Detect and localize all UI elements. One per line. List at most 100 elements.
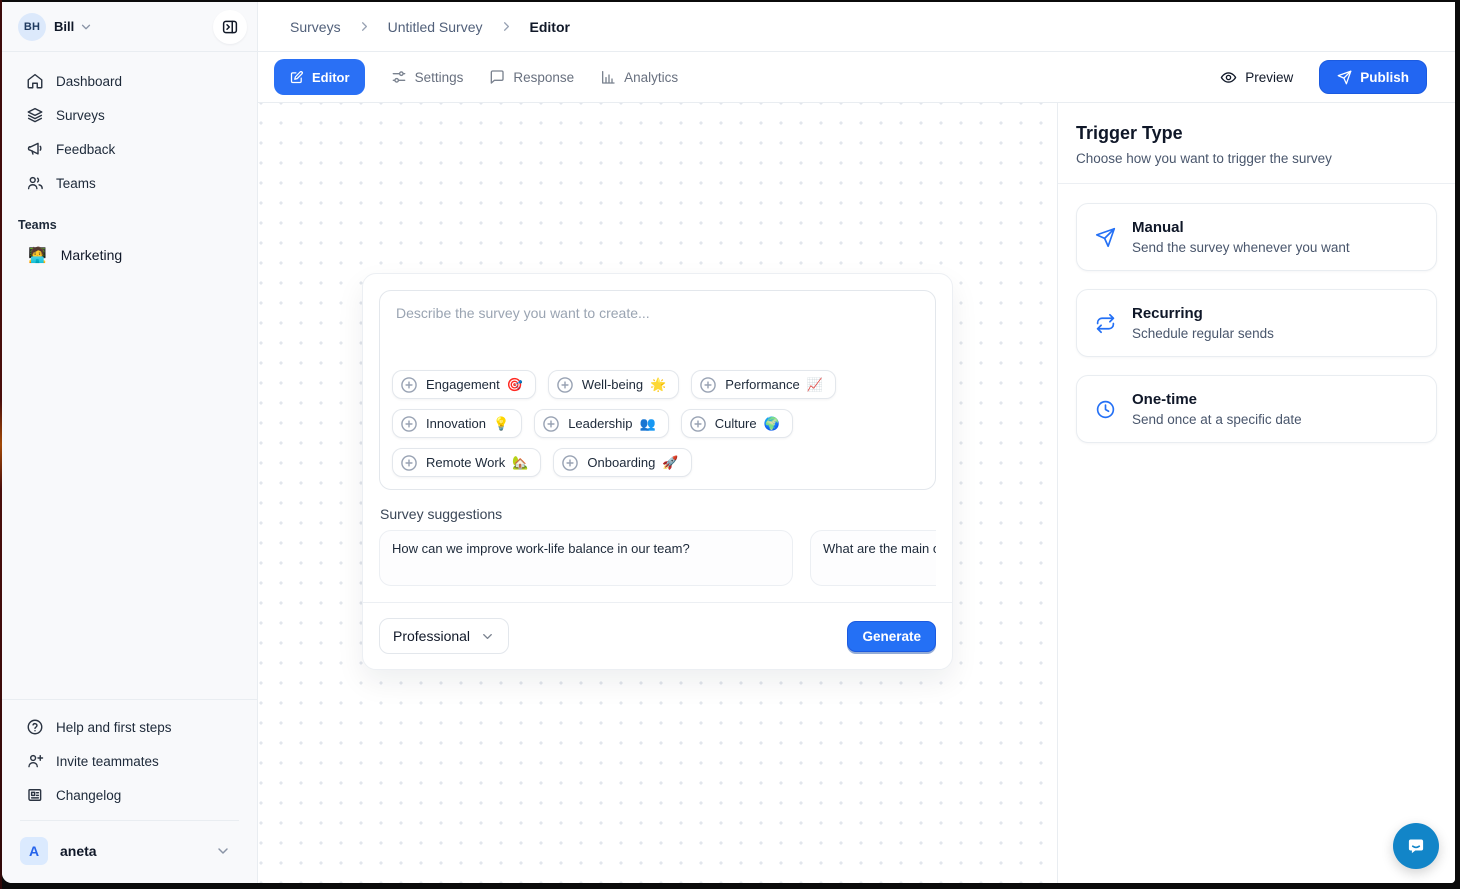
input-placeholder: Describe the survey you want to create..…: [396, 305, 919, 321]
chip-leadership[interactable]: Leadership 👥: [534, 409, 669, 438]
suggestions-heading: Survey suggestions: [380, 506, 935, 522]
trigger-option-manual[interactable]: Manual Send the survey whenever you want: [1076, 203, 1437, 271]
chip-well-being[interactable]: Well-being 🌟: [548, 370, 679, 399]
breadcrumb-survey-name[interactable]: Untitled Survey: [388, 19, 483, 35]
sidebar-item-invite[interactable]: Invite teammates: [14, 744, 245, 778]
publish-button[interactable]: Publish: [1319, 60, 1427, 94]
send-icon: [1095, 227, 1116, 248]
sidebar-nav: Dashboard Surveys Feedback Teams: [2, 52, 257, 204]
chevron-down-icon: [215, 843, 231, 859]
sidebar-item-label: Teams: [56, 176, 96, 191]
breadcrumb-surveys[interactable]: Surveys: [290, 19, 341, 35]
plus-circle-icon: [560, 453, 580, 473]
tab-analytics[interactable]: Analytics: [600, 69, 678, 85]
sidebar-item-dashboard[interactable]: Dashboard: [14, 64, 245, 98]
trigger-type-panel: Trigger Type Choose how you want to trig…: [1057, 103, 1455, 883]
chip-label: Performance: [725, 377, 799, 392]
option-title: One-time: [1132, 391, 1302, 408]
workspace-avatar[interactable]: BH: [18, 13, 46, 41]
account-name: aneta: [60, 843, 97, 859]
option-description: Send the survey whenever you want: [1132, 240, 1350, 255]
survey-composer-card: Describe the survey you want to create..…: [362, 273, 953, 670]
tab-editor[interactable]: Editor: [274, 59, 365, 95]
sidebar-item-label: Invite teammates: [56, 754, 159, 769]
help-circle-icon: [26, 718, 44, 736]
editor-canvas[interactable]: Describe the survey you want to create..…: [258, 103, 1057, 883]
plus-circle-icon: [399, 375, 419, 395]
option-title: Manual: [1132, 219, 1350, 236]
chip-culture[interactable]: Culture 🌍: [681, 409, 793, 438]
suggestion-card[interactable]: How can we improve work-life balance in …: [379, 530, 793, 586]
light-bulb-emoji-icon: 💡: [493, 416, 509, 432]
chat-bubble-icon: [1404, 834, 1428, 858]
trigger-option-recurring[interactable]: Recurring Schedule regular sends: [1076, 289, 1437, 357]
chip-label: Culture: [715, 416, 757, 431]
screen-frame-left: [0, 0, 2, 889]
workspace-name[interactable]: Bill: [54, 19, 74, 34]
tab-label: Settings: [415, 70, 464, 85]
account-switcher[interactable]: A aneta: [14, 829, 245, 877]
topic-chips: Engagement 🎯 Well-being 🌟 Performance: [392, 370, 923, 477]
sidebar-collapse-button[interactable]: [213, 10, 247, 44]
option-title: Recurring: [1132, 305, 1274, 322]
tab-settings[interactable]: Settings: [391, 69, 464, 85]
rocket-emoji-icon: 🚀: [662, 455, 678, 471]
megaphone-icon: [26, 140, 44, 158]
sidebar-item-surveys[interactable]: Surveys: [14, 98, 245, 132]
chip-engagement[interactable]: Engagement 🎯: [392, 370, 536, 399]
chevron-right-icon: [499, 19, 514, 34]
chevron-down-icon[interactable]: [79, 20, 93, 34]
preview-button[interactable]: Preview: [1220, 69, 1293, 86]
tab-label: Analytics: [624, 70, 678, 85]
chip-onboarding[interactable]: Onboarding 🚀: [553, 448, 691, 477]
composer-footer: Professional Generate: [363, 602, 952, 669]
chip-performance[interactable]: Performance 📈: [691, 370, 836, 399]
suggestion-card[interactable]: What are the main obstacles: [810, 530, 936, 586]
generate-button[interactable]: Generate: [847, 621, 936, 652]
home-icon: [26, 72, 44, 90]
chip-label: Onboarding: [587, 455, 655, 470]
sidebar-item-teams[interactable]: Teams: [14, 166, 245, 200]
eye-icon: [1220, 69, 1237, 86]
layers-icon: [26, 106, 44, 124]
chart-increasing-emoji-icon: 📈: [807, 377, 823, 393]
tone-select[interactable]: Professional: [379, 618, 509, 654]
survey-description-input[interactable]: Describe the survey you want to create..…: [379, 290, 936, 490]
sidebar-item-label: Help and first steps: [56, 720, 172, 735]
edit-icon: [289, 70, 304, 85]
trigger-option-one-time[interactable]: One-time Send once at a specific date: [1076, 375, 1437, 443]
app-window: BH Bill Dashboard Surv: [2, 2, 1455, 883]
plus-circle-icon: [555, 375, 575, 395]
sidebar-item-help[interactable]: Help and first steps: [14, 710, 245, 744]
sidebar-item-label: Feedback: [56, 142, 115, 157]
glowing-star-emoji-icon: 🌟: [650, 377, 666, 393]
tone-value: Professional: [393, 628, 470, 644]
chip-label: Innovation: [426, 416, 486, 431]
tab-response[interactable]: Response: [489, 69, 574, 85]
tab-label: Editor: [312, 70, 350, 85]
sidebar-item-changelog[interactable]: Changelog: [14, 778, 245, 812]
panel-header: Trigger Type Choose how you want to trig…: [1058, 103, 1455, 184]
sidebar-item-label: Surveys: [56, 108, 105, 123]
house-emoji-icon: 🏡: [512, 455, 528, 471]
target-emoji-icon: 🎯: [507, 377, 523, 393]
sidebar-item-feedback[interactable]: Feedback: [14, 132, 245, 166]
plus-circle-icon: [688, 414, 708, 434]
chip-innovation[interactable]: Innovation 💡: [392, 409, 522, 438]
divider: [20, 820, 239, 821]
globe-emoji-icon: 🌍: [764, 416, 780, 432]
sidebar: BH Bill Dashboard Surv: [2, 2, 258, 883]
repeat-icon: [1095, 313, 1116, 334]
sidebar-team-marketing[interactable]: 🧑‍💻 Marketing: [14, 238, 245, 272]
bar-chart-icon: [600, 69, 616, 85]
chip-label: Engagement: [426, 377, 500, 392]
plus-circle-icon: [698, 375, 718, 395]
user-plus-icon: [26, 752, 44, 770]
sidebar-item-label: Dashboard: [56, 74, 122, 89]
technologist-emoji-icon: 🧑‍💻: [28, 246, 47, 264]
chat-launcher-button[interactable]: [1393, 823, 1439, 869]
account-avatar: A: [20, 837, 48, 865]
chip-remote-work[interactable]: Remote Work 🏡: [392, 448, 541, 477]
sliders-icon: [391, 69, 407, 85]
send-icon: [1337, 70, 1352, 85]
